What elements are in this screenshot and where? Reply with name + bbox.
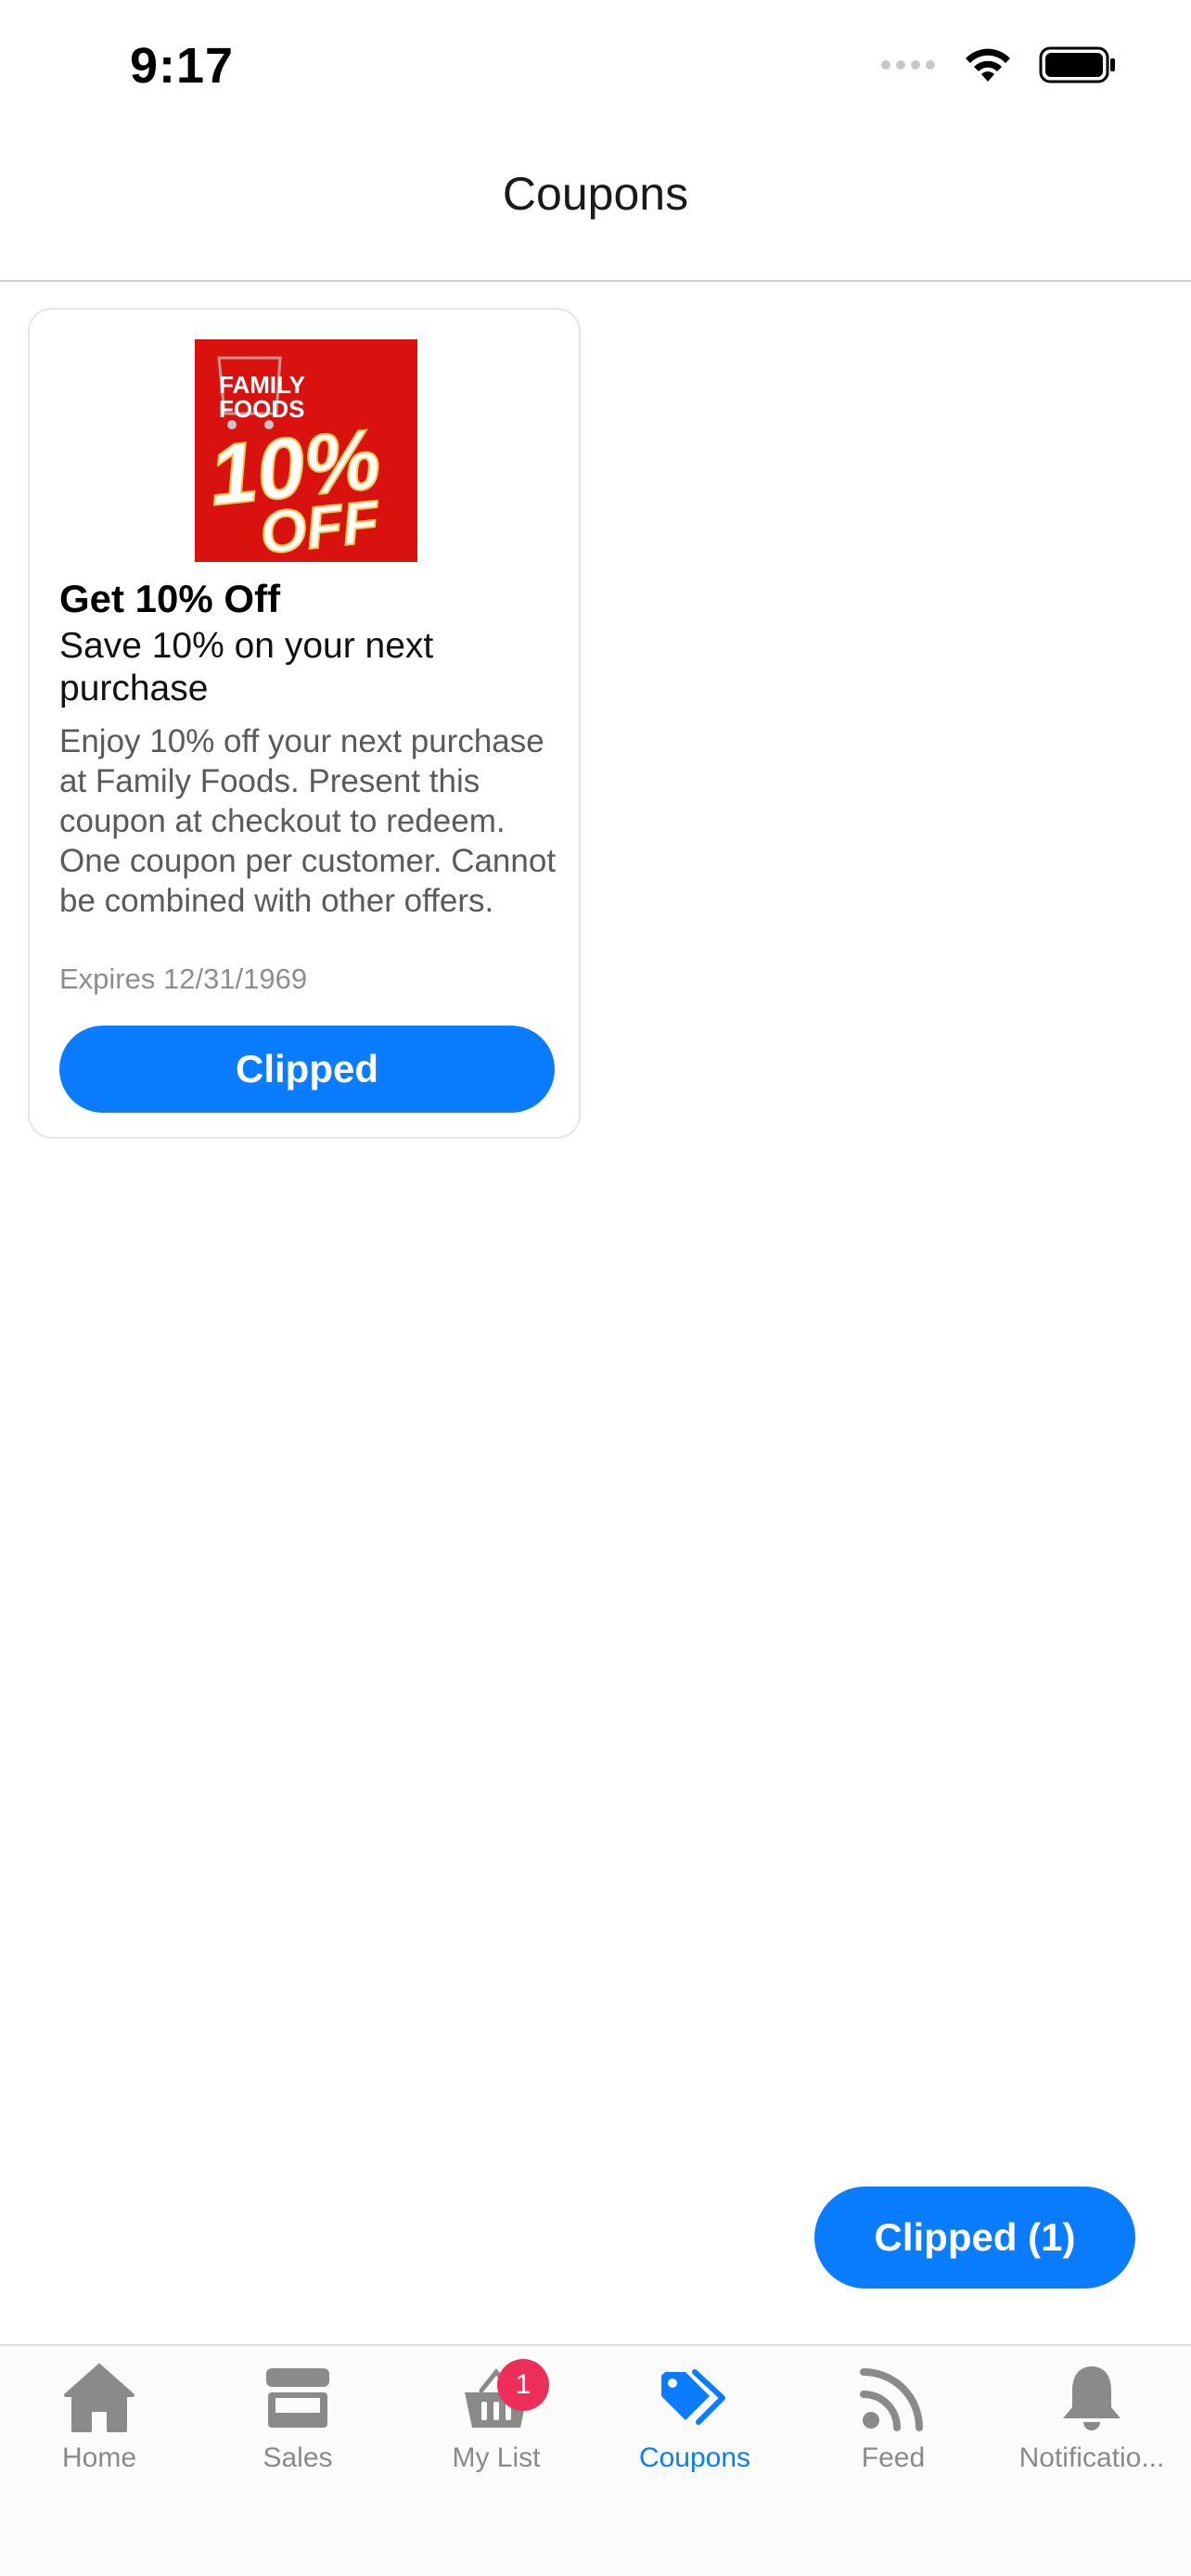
wifi-icon — [963, 46, 1013, 88]
clip-coupon-button[interactable]: Clipped — [59, 1026, 555, 1113]
coupon-subtitle: Save 10% on your next purchase — [59, 626, 434, 708]
tab-feed[interactable]: Feed — [794, 2359, 992, 2498]
coupon-expiry: Expires 12/31/1969 — [59, 963, 308, 995]
tab-home[interactable]: Home — [0, 2359, 198, 2498]
image-offer-small: OFF — [257, 488, 384, 562]
tab-label: My List — [452, 2442, 541, 2473]
tab-sales[interactable]: Sales — [198, 2359, 397, 2498]
tab-notifications[interactable]: Notificatio... — [992, 2359, 1191, 2498]
tags-icon — [653, 2359, 736, 2437]
tab-label: Feed — [861, 2442, 926, 2473]
store-icon — [256, 2359, 339, 2437]
coupon-description: Enjoy 10% off your next purchase at Fami… — [59, 723, 557, 919]
status-time: 9:17 — [130, 38, 235, 94]
tab-label: Sales — [263, 2442, 333, 2473]
bell-icon — [1050, 2359, 1133, 2437]
home-icon — [58, 2359, 141, 2437]
cellular-signal-icon — [879, 58, 937, 76]
battery-icon — [1039, 46, 1117, 88]
status-icons — [879, 46, 1117, 88]
page-title: Coupons — [502, 168, 689, 220]
coupon-title: Get 10% Off — [59, 577, 281, 620]
tab-label: Home — [61, 2442, 137, 2473]
tab-bar: Home Sales 1 My List Coupons Feed Notifi… — [0, 2344, 1191, 2576]
tab-my-list[interactable]: 1 My List — [397, 2359, 596, 2498]
my-list-badge: 1 — [497, 2359, 549, 2411]
tab-label: Notificatio... — [1018, 2442, 1165, 2473]
tab-label: Coupons — [638, 2442, 751, 2473]
status-bar: 9:17 — [0, 0, 1191, 130]
clipped-coupons-button[interactable]: Clipped (1) — [814, 2187, 1135, 2289]
coupon-image: FAMILY FOODS 10% OFF — [195, 339, 417, 562]
coupon-card[interactable]: FAMILY FOODS 10% OFF Get 10% Off Save 10… — [28, 308, 581, 1139]
basket-icon: 1 — [455, 2359, 549, 2437]
image-brand-line2: FOODS — [219, 395, 304, 423]
rss-icon — [852, 2359, 935, 2437]
tab-coupons[interactable]: Coupons — [596, 2359, 794, 2498]
navigation-header: Coupons — [0, 130, 1191, 282]
